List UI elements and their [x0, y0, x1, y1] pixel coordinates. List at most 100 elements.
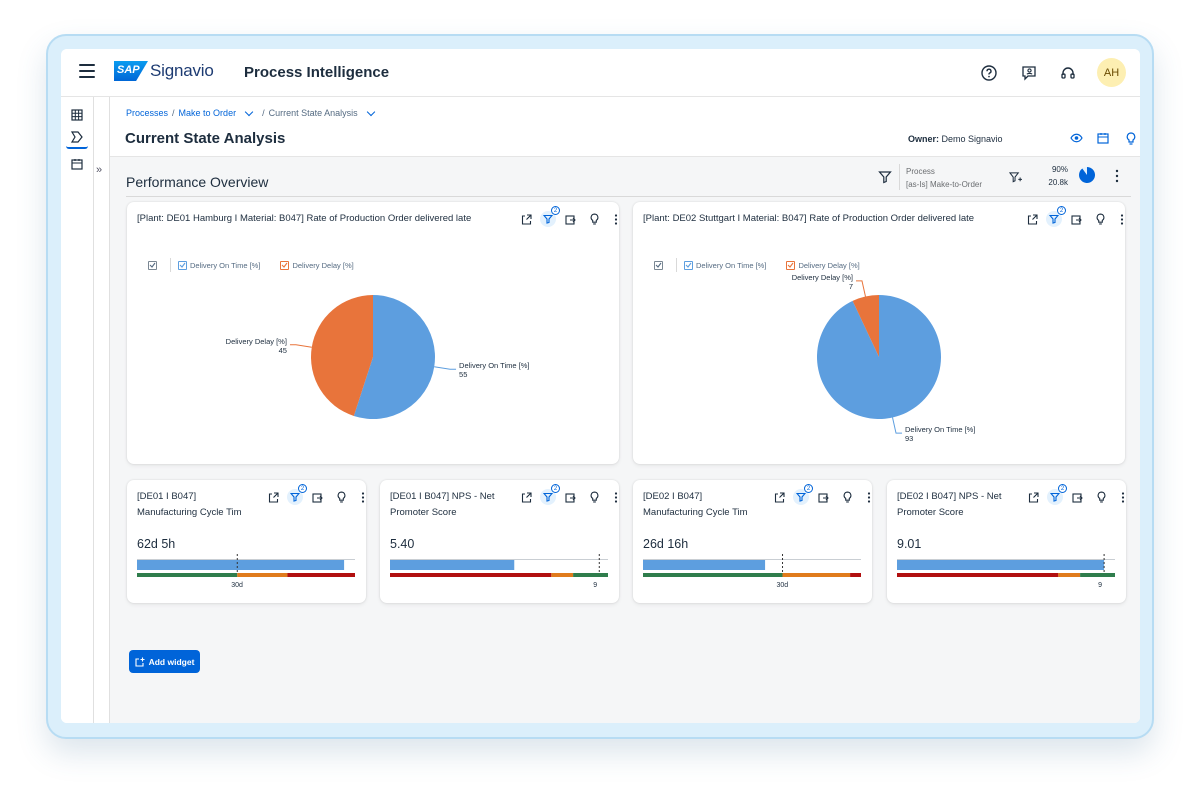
lightbulb-icon[interactable]	[1122, 129, 1140, 147]
kpi-range-band	[390, 573, 552, 577]
kpi-range-band	[287, 573, 355, 577]
kpi-actual-bar	[643, 560, 766, 570]
pie-leader-line	[434, 366, 457, 370]
kpi-axis-line	[643, 559, 861, 560]
side-navigation	[61, 97, 94, 723]
pie-chart: Delivery On Time [%]93 Delivery Delay [%]…	[792, 273, 976, 443]
kpi-bullet-chart	[897, 554, 1115, 577]
process-selector[interactable]: Process [as-Is] Make-to-Order	[906, 165, 982, 191]
share-icon[interactable]	[520, 491, 532, 503]
kpi-range-band	[237, 573, 288, 577]
process-stats: 90% 20.8k	[1038, 163, 1068, 189]
calendar-icon[interactable]	[66, 153, 88, 175]
lightbulb-icon[interactable]	[335, 491, 347, 503]
process-flow-icon[interactable]	[66, 127, 88, 149]
expand-chevron-icon[interactable]: »	[96, 164, 102, 176]
add-widget-button[interactable]: Add widget	[129, 650, 200, 673]
chevron-down-icon[interactable]	[366, 107, 375, 116]
widget-filter-icon[interactable]: 2	[1047, 484, 1067, 505]
widget-title-line: [DE02 I B047] NPS - Net	[897, 491, 1002, 502]
user-avatar[interactable]: AH	[1097, 58, 1126, 87]
section-divider	[126, 196, 1131, 197]
breadcrumb-processes[interactable]: Processes	[126, 108, 168, 118]
kpi-target-label: 9	[1098, 582, 1102, 589]
widget-title-line: Promoter Score	[390, 507, 457, 518]
kpi-range-band	[1080, 573, 1115, 577]
grid-icon[interactable]	[66, 104, 88, 126]
pie-slice-label: Delivery On Time [%]	[905, 425, 975, 434]
sap-signavio-logo[interactable]: SAP Signavio	[114, 61, 214, 81]
export-icon[interactable]	[564, 491, 576, 503]
pie-slice-label: Delivery On Time [%]	[459, 361, 529, 370]
widget-filter-icon[interactable]: 2	[793, 484, 813, 505]
page-header: Processes / Make to Order / Current Stat…	[110, 97, 1140, 157]
app-window: SAP Signavio Process Intelligence AH » P…	[61, 49, 1140, 723]
coverage-percent: 90%	[1051, 165, 1068, 174]
menu-icon[interactable]	[79, 64, 95, 78]
kpi-target-label: 30d	[776, 582, 789, 589]
more-vertical-icon[interactable]	[1117, 491, 1129, 503]
widget-toolbar: 2	[773, 484, 875, 505]
support-headset-icon[interactable]	[1058, 63, 1078, 83]
widget-toolbar: 2	[520, 484, 622, 505]
schedule-icon[interactable]	[1094, 129, 1112, 147]
add-widget-icon	[135, 657, 145, 667]
lightbulb-icon[interactable]	[841, 491, 853, 503]
filter-count-badge: 2	[804, 484, 813, 493]
pie-slice-value: 93	[905, 434, 913, 443]
more-vertical-icon[interactable]	[357, 491, 369, 503]
widget-title-line: Manufacturing Cycle Tim	[137, 507, 242, 518]
more-vertical-icon[interactable]	[1112, 168, 1122, 184]
kpi-axis-line	[137, 559, 355, 560]
divider	[899, 164, 900, 190]
feedback-icon[interactable]	[1019, 63, 1039, 83]
pie-slice-value: 55	[459, 370, 467, 379]
lightbulb-icon[interactable]	[588, 491, 600, 503]
filter-count-badge: 2	[551, 484, 560, 493]
widget-title: [DE02 I B047] NPS - Net Promoter Score	[897, 489, 1002, 521]
kpi-axis-line	[390, 559, 608, 560]
widget-title-line: [DE02 I B047]	[643, 491, 703, 502]
pie-widget: [Plant: DE01 Hamburg I Material: B047] R…	[127, 202, 619, 464]
kpi-target-label: 30d	[231, 582, 243, 589]
lightbulb-icon[interactable]	[1095, 491, 1107, 503]
widget-title-line: Manufacturing Cycle Tim	[643, 507, 748, 518]
widget-filter-icon[interactable]: 2	[287, 484, 307, 505]
kpi-widget: [DE01 I B047] NPS - Net Promoter Score 2 …	[380, 480, 619, 603]
kpi-widget: [DE02 I B047] Manufacturing Cycle Tim 2 2…	[633, 480, 872, 603]
owner-info: Owner: Demo Signavio	[908, 134, 1003, 144]
more-vertical-icon[interactable]	[863, 491, 875, 503]
export-icon[interactable]	[1071, 491, 1083, 503]
breadcrumb-separator: /	[172, 108, 175, 118]
export-icon[interactable]	[311, 491, 323, 503]
chevron-down-icon[interactable]	[244, 107, 254, 116]
owner-name: Demo Signavio	[941, 134, 1003, 144]
kpi-range-band	[897, 573, 1059, 577]
help-icon[interactable]	[979, 63, 999, 83]
share-icon[interactable]	[1027, 491, 1039, 503]
filter-icon[interactable]	[878, 170, 892, 184]
filter-add-icon[interactable]	[1009, 171, 1022, 184]
share-icon[interactable]	[773, 491, 785, 503]
case-count: 20.8k	[1048, 178, 1068, 187]
filter-count-badge: 2	[298, 484, 307, 493]
process-name: [as-Is] Make-to-Order	[906, 180, 983, 189]
sap-logo-mark: SAP	[114, 61, 148, 81]
breadcrumb-current: Current State Analysis	[268, 108, 358, 118]
kpi-range-band	[1058, 573, 1081, 577]
kpi-value: 26d 16h	[643, 537, 689, 551]
export-icon[interactable]	[817, 491, 829, 503]
coverage-pie	[1079, 167, 1095, 183]
eye-icon[interactable]	[1067, 129, 1085, 147]
kpi-widget: [DE02 I B047] NPS - Net Promoter Score 2 …	[887, 480, 1126, 603]
filter-count-badge: 2	[1058, 484, 1067, 493]
shell-header: SAP Signavio Process Intelligence AH	[61, 49, 1140, 97]
widget-title: [DE02 I B047] Manufacturing Cycle Tim	[643, 489, 748, 521]
more-vertical-icon[interactable]	[610, 491, 622, 503]
widget-filter-icon[interactable]: 2	[540, 484, 560, 505]
kpi-bullet-chart	[643, 554, 861, 577]
widget-title: [DE01 I B047] Manufacturing Cycle Tim	[137, 489, 242, 521]
share-icon[interactable]	[267, 491, 279, 503]
breadcrumb-make-to-order[interactable]: Make to Order	[179, 108, 237, 118]
process-label: Process	[906, 167, 935, 176]
